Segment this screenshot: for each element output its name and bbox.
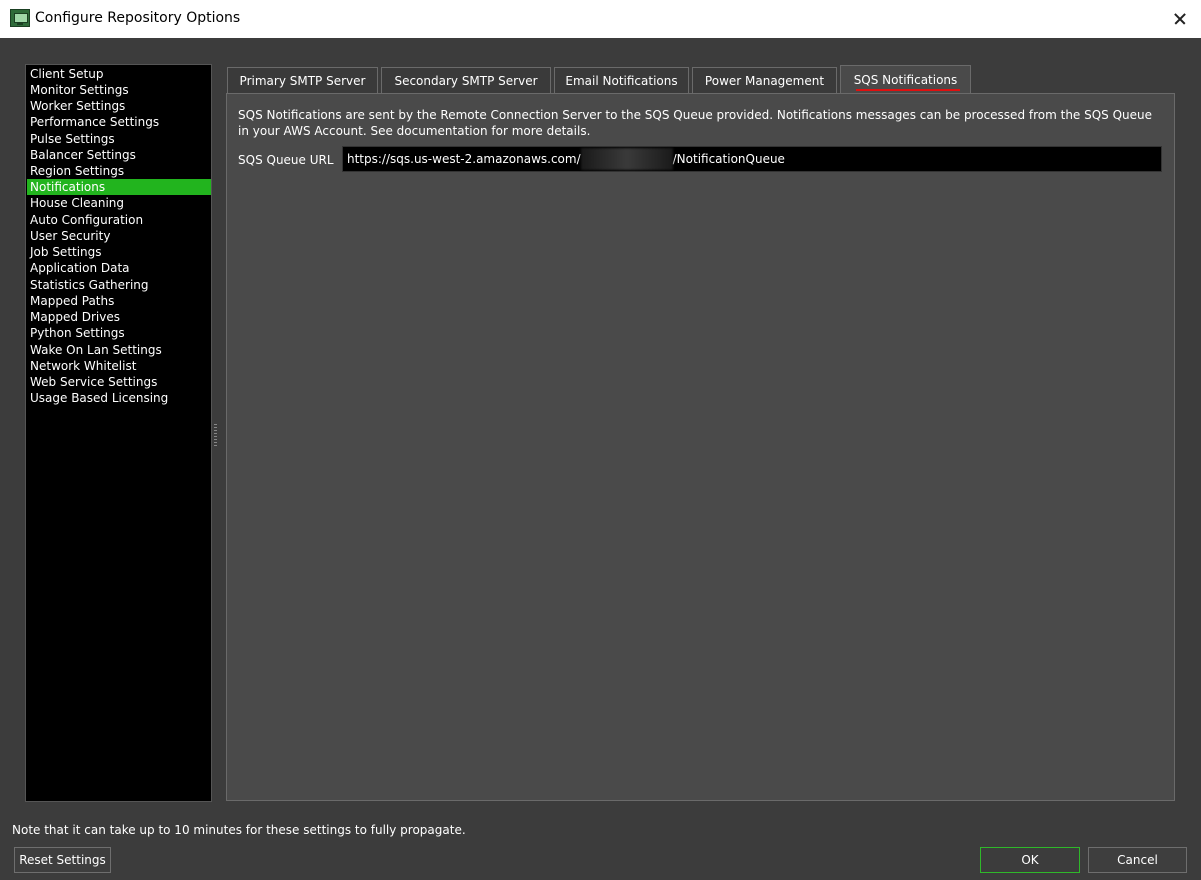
active-tab-indicator [856,89,960,91]
window-title: Configure Repository Options [35,10,241,26]
ok-button[interactable]: OK [980,847,1080,873]
settings-category-list[interactable]: Client Setup Monitor Settings Worker Set… [25,64,212,802]
sidebar-item-statistics-gathering[interactable]: Statistics Gathering [27,277,211,293]
sidebar-item-python-settings[interactable]: Python Settings [27,325,211,341]
close-icon[interactable] [1169,8,1191,30]
cancel-button[interactable]: Cancel [1088,847,1187,873]
tab-power-management[interactable]: Power Management [692,67,837,93]
sqs-description: SQS Notifications are sent by the Remote… [238,108,1153,138]
sidebar-item-worker-settings[interactable]: Worker Settings [27,98,211,114]
sidebar-item-pulse-settings[interactable]: Pulse Settings [27,131,211,147]
sidebar-item-client-setup[interactable]: Client Setup [27,66,211,82]
sidebar-item-auto-configuration[interactable]: Auto Configuration [27,212,211,228]
url-suffix-text: /NotificationQueue [672,152,785,166]
sidebar-item-house-cleaning[interactable]: House Cleaning [27,195,211,211]
sidebar-item-usage-based-licensing[interactable]: Usage Based Licensing [27,390,211,406]
sidebar-item-mapped-drives[interactable]: Mapped Drives [27,309,211,325]
sidebar-item-user-security[interactable]: User Security [27,228,211,244]
propagation-note: Note that it can take up to 10 minutes f… [12,823,466,837]
sidebar-item-monitor-settings[interactable]: Monitor Settings [27,82,211,98]
redacted-account-id [580,147,673,170]
tab-content-panel [226,93,1175,801]
title-bar: Configure Repository Options [0,0,1201,38]
splitter-handle[interactable] [214,424,217,448]
sidebar-item-balancer-settings[interactable]: Balancer Settings [27,147,211,163]
sidebar-item-web-service-settings[interactable]: Web Service Settings [27,374,211,390]
tab-secondary-smtp-server[interactable]: Secondary SMTP Server [381,67,551,93]
sqs-queue-url-label: SQS Queue URL [238,153,334,167]
tab-primary-smtp-server[interactable]: Primary SMTP Server [227,67,378,93]
sidebar-item-notifications[interactable]: Notifications [27,179,211,195]
sidebar-item-wake-on-lan-settings[interactable]: Wake On Lan Settings [27,342,211,358]
reset-settings-button[interactable]: Reset Settings [14,847,111,873]
tab-email-notifications[interactable]: Email Notifications [554,67,689,93]
sidebar-item-job-settings[interactable]: Job Settings [27,244,211,260]
url-prefix-text: https://sqs.us-west-2.amazonaws.com/ [347,152,581,166]
sidebar-item-application-data[interactable]: Application Data [27,260,211,276]
sqs-queue-url-input[interactable]: https://sqs.us-west-2.amazonaws.com/ /Not… [342,146,1162,172]
sidebar-item-region-settings[interactable]: Region Settings [27,163,211,179]
sidebar-item-network-whitelist[interactable]: Network Whitelist [27,358,211,374]
sidebar-item-mapped-paths[interactable]: Mapped Paths [27,293,211,309]
sidebar-item-performance-settings[interactable]: Performance Settings [27,114,211,130]
monitor-icon [10,9,30,27]
